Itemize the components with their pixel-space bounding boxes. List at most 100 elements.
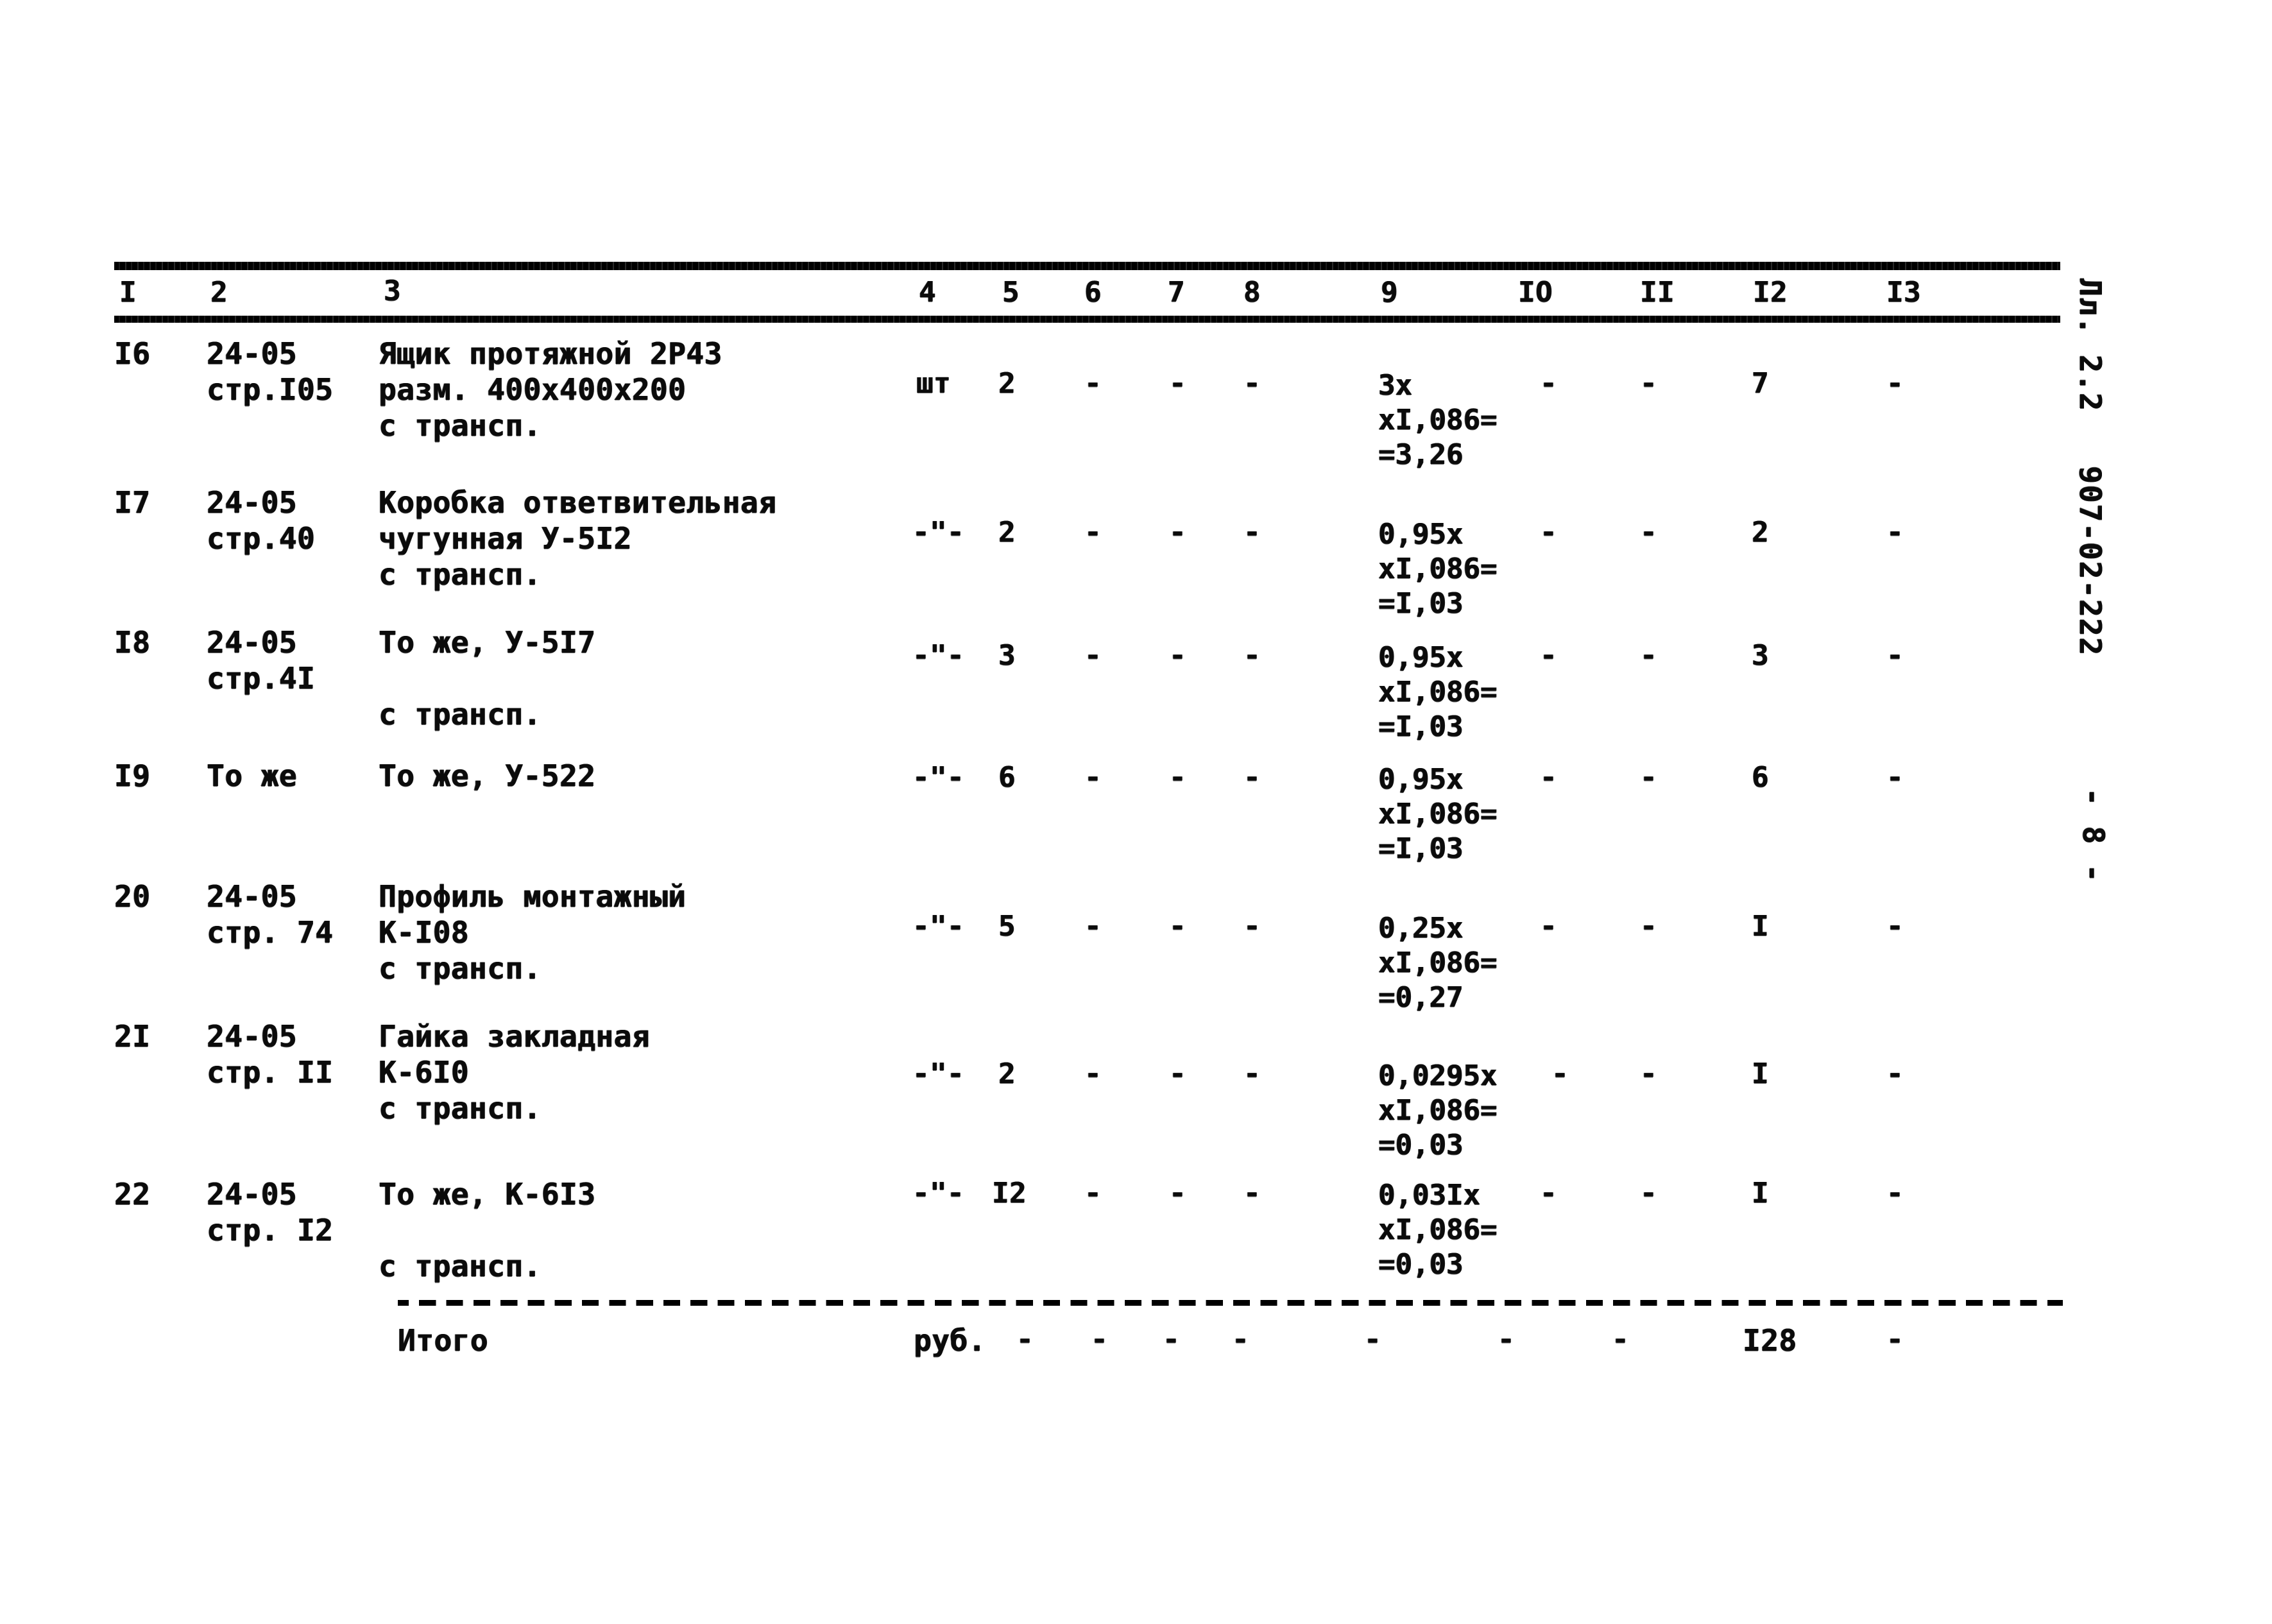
row-col9-line3: =3,26 xyxy=(1378,438,1464,471)
row-col6: - xyxy=(1084,639,1102,672)
row-desc-line3: с трансп. xyxy=(379,408,542,443)
row-qty: 2 xyxy=(998,1057,1016,1090)
row-col7: - xyxy=(1169,639,1186,672)
row-col11: - xyxy=(1640,910,1657,943)
row-code-line1: 24-05 xyxy=(207,336,297,371)
row-col9-line2: хI,086= xyxy=(1378,552,1498,585)
row-qty: 2 xyxy=(998,516,1016,549)
row-code-line2: стр. II xyxy=(207,1055,334,1090)
row-code-line1: 24-05 xyxy=(207,1177,297,1211)
row-desc-line2: К-I08 xyxy=(379,915,469,950)
row-col9-line1: 0,03Iх xyxy=(1378,1179,1480,1211)
row-desc-line1: Профиль монтажный xyxy=(379,879,687,914)
row-col9-line3: =0,27 xyxy=(1378,981,1464,1014)
table-top-rule xyxy=(114,262,2060,270)
row-desc-line1: Ящик протяжной 2Р43 xyxy=(379,336,722,371)
row-col7: - xyxy=(1169,910,1186,943)
row-col9-line1: 0,95х xyxy=(1378,641,1464,674)
row-unit: -"- xyxy=(912,1177,964,1209)
row-col9-line2: хI,086= xyxy=(1378,404,1498,436)
total-label: Итого xyxy=(398,1323,488,1358)
row-code-line1: 24-05 xyxy=(207,625,297,660)
row-desc-line3: с трансп. xyxy=(379,1091,542,1125)
row-col9-line3: =I,03 xyxy=(1378,832,1464,865)
row-col12: 3 xyxy=(1752,639,1769,672)
column-header-10: IO xyxy=(1518,276,1553,309)
row-col11: - xyxy=(1640,367,1657,400)
row-col9-line3: =I,03 xyxy=(1378,710,1464,743)
row-col12: I xyxy=(1752,1057,1769,1090)
row-col7: - xyxy=(1169,367,1186,400)
row-col10: - xyxy=(1540,639,1557,672)
row-col6: - xyxy=(1084,1177,1102,1209)
column-header-5: 5 xyxy=(1002,276,1020,309)
row-col7: - xyxy=(1169,1177,1186,1209)
row-col11: - xyxy=(1640,639,1657,672)
row-col9-line2: хI,086= xyxy=(1378,1213,1498,1246)
total-col13: - xyxy=(1886,1323,1904,1356)
row-qty: 3 xyxy=(998,639,1016,672)
row-col6: - xyxy=(1084,910,1102,943)
row-number: 20 xyxy=(114,879,151,914)
row-col9-line3: =0,03 xyxy=(1378,1129,1464,1161)
row-unit: -"- xyxy=(912,516,964,549)
row-col6: - xyxy=(1084,1057,1102,1090)
row-col12: I xyxy=(1752,910,1769,943)
total-col7: - xyxy=(1232,1323,1249,1356)
row-col11: - xyxy=(1640,761,1657,794)
row-code-line2: стр. 74 xyxy=(207,915,334,950)
row-unit: -"- xyxy=(912,1057,964,1090)
row-unit: -"- xyxy=(912,639,964,672)
row-col8: - xyxy=(1243,1177,1261,1209)
row-col11: - xyxy=(1640,1177,1657,1209)
row-number: I7 xyxy=(114,485,151,520)
row-number: 22 xyxy=(114,1177,151,1211)
row-desc-line1: То же, К-6I3 xyxy=(379,1177,596,1211)
column-header-1: I xyxy=(119,276,137,309)
row-unit: шт xyxy=(916,367,951,400)
total-col8: - xyxy=(1364,1323,1381,1356)
row-desc-line3: с трансп. xyxy=(379,951,542,986)
row-col8: - xyxy=(1243,367,1261,400)
row-col7: - xyxy=(1169,516,1186,549)
total-unit: руб. xyxy=(914,1323,986,1358)
row-code-line2: стр.4I xyxy=(207,661,316,696)
scanned-page: I 2 3 4 5 6 7 8 9 IO II I2 I3 I6 24-05 с… xyxy=(0,0,2272,1624)
row-qty: 2 xyxy=(998,367,1016,400)
row-unit: -"- xyxy=(912,761,964,794)
row-col8: - xyxy=(1243,639,1261,672)
row-col7: - xyxy=(1169,1057,1186,1090)
column-header-7: 7 xyxy=(1168,276,1185,309)
row-unit: -"- xyxy=(912,910,964,943)
row-col8: - xyxy=(1243,910,1261,943)
page-number: - 8 - xyxy=(2076,788,2111,884)
sheet-label: Лл. 2.2 xyxy=(2073,278,2108,412)
row-col9-line1: 3х xyxy=(1378,369,1412,402)
row-col12: 2 xyxy=(1752,516,1769,549)
row-col12: I xyxy=(1752,1177,1769,1209)
row-desc-line3: с трансп. xyxy=(379,557,542,592)
row-desc-line3: с трансп. xyxy=(379,1249,542,1283)
row-number: 2I xyxy=(114,1019,151,1054)
column-header-4: 4 xyxy=(919,276,936,309)
row-col9-line3: =I,03 xyxy=(1378,587,1464,620)
row-col10: - xyxy=(1540,367,1557,400)
row-col13: - xyxy=(1886,1057,1904,1090)
row-col11: - xyxy=(1640,1057,1657,1090)
total-col10: - xyxy=(1612,1323,1629,1356)
row-col9-line1: 0,95х xyxy=(1378,763,1464,796)
row-col6: - xyxy=(1084,516,1102,549)
row-qty: 5 xyxy=(998,910,1016,943)
total-col4-dash: - xyxy=(1016,1323,1034,1356)
row-col9-line1: 0,0295х xyxy=(1378,1059,1498,1092)
row-col8: - xyxy=(1243,761,1261,794)
row-desc-line1: Коробка ответвительная xyxy=(379,485,777,520)
row-col13: - xyxy=(1886,910,1904,943)
row-code-line1: 24-05 xyxy=(207,485,297,520)
row-col10: - xyxy=(1540,761,1557,794)
column-header-9: 9 xyxy=(1381,276,1398,309)
row-col10: - xyxy=(1540,1177,1557,1209)
row-col13: - xyxy=(1886,761,1904,794)
row-desc-line1: То же, У-5I7 xyxy=(379,625,596,660)
total-col5: - xyxy=(1091,1323,1108,1356)
